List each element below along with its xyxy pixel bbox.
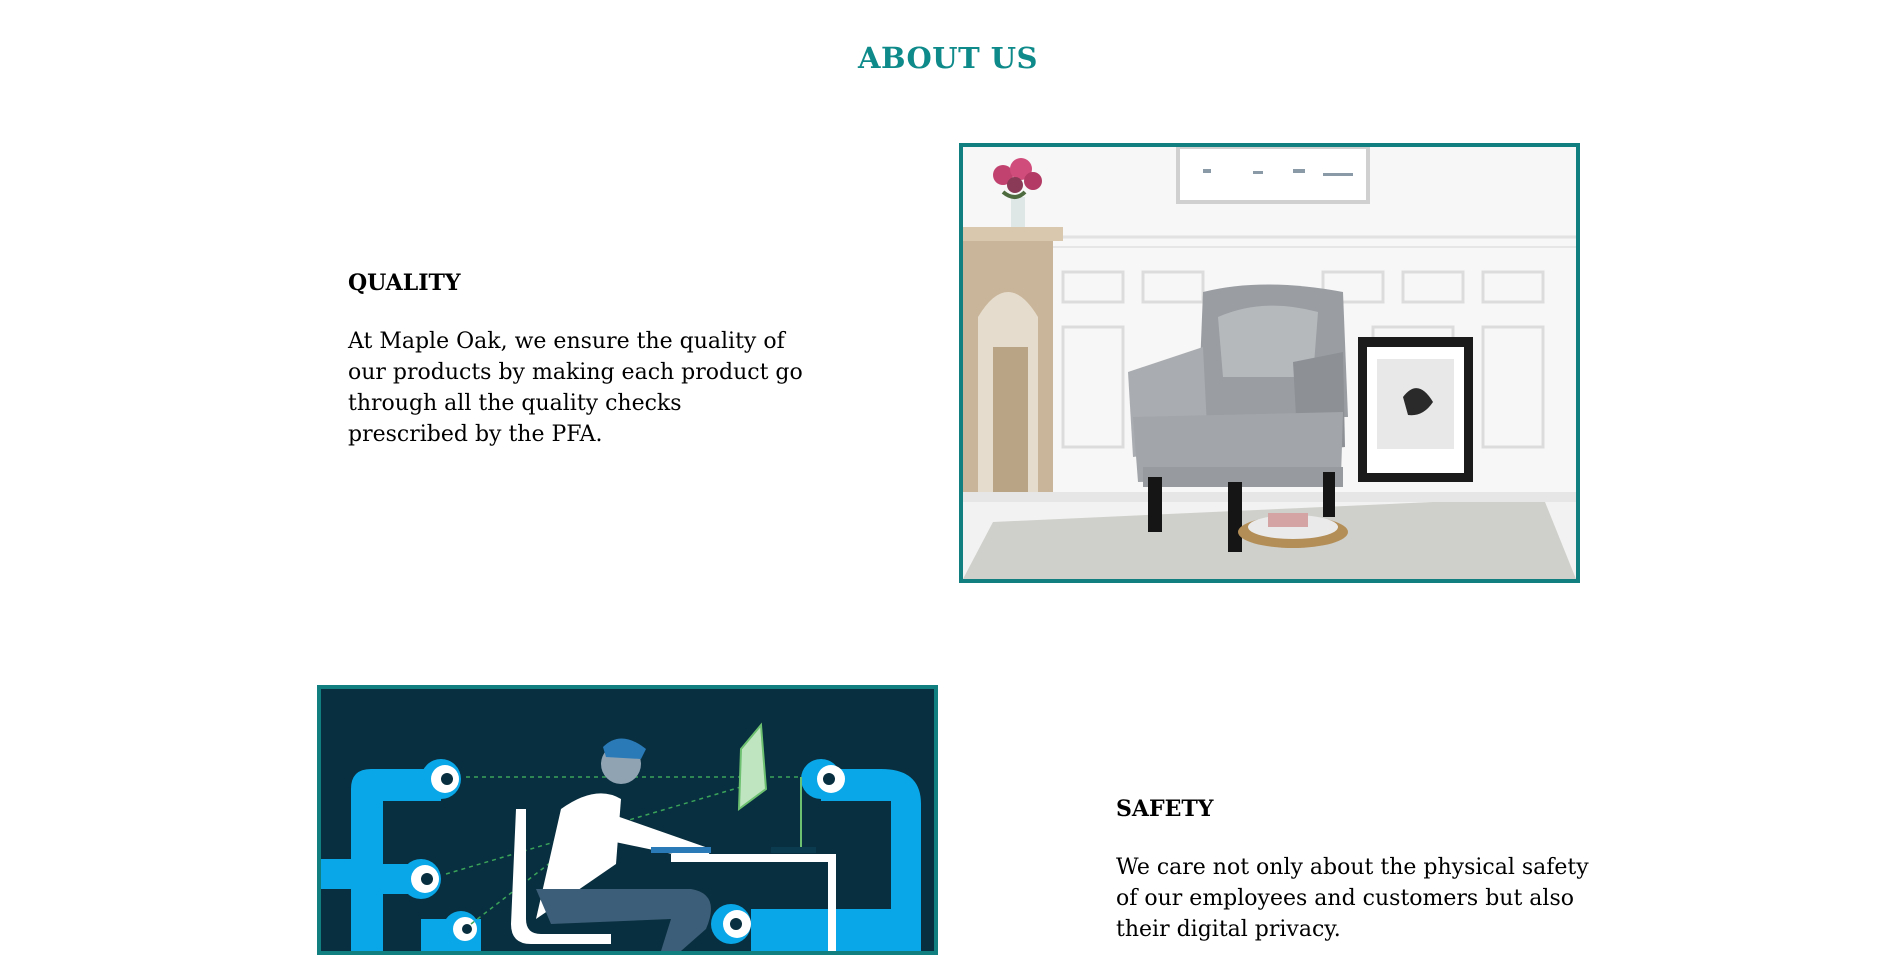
safety-description: We care not only about the physical safe… <box>1116 855 1589 942</box>
safety-image <box>317 685 938 955</box>
armchair-photo-icon <box>963 147 1576 579</box>
quality-heading: QUALITY <box>348 270 461 296</box>
quality-description: At Maple Oak, we ensure the quality of o… <box>348 329 803 447</box>
page-title: ABOUT US <box>857 41 1038 76</box>
quality-image <box>959 143 1580 583</box>
quality-text-block: QUALITY At Maple Oak, we ensure the qual… <box>348 270 808 450</box>
safety-text-block: SAFETY We care not only about the physic… <box>1116 796 1596 945</box>
digital-safety-illustration-icon <box>321 689 934 951</box>
safety-heading: SAFETY <box>1116 796 1214 822</box>
